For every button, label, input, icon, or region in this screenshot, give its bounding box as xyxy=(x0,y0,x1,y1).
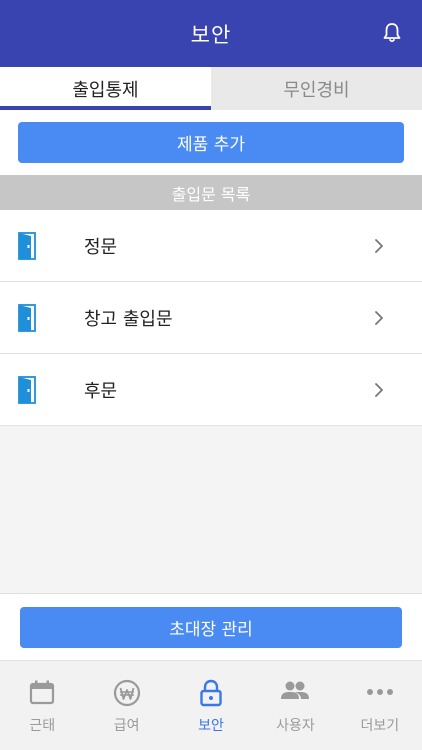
calendar-icon xyxy=(30,680,55,705)
tabbar-label: 근태 xyxy=(29,718,56,734)
door-list: 정문 창고 출입문 후문 xyxy=(0,210,422,426)
invite-area: 초대장 관리 xyxy=(0,593,422,660)
tabbar-label: 급여 xyxy=(113,718,140,734)
door-icon xyxy=(18,304,36,332)
won-icon xyxy=(113,679,140,707)
tabbar-item-more[interactable]: 더보기 xyxy=(338,661,422,750)
app-header: 보안 xyxy=(0,0,422,67)
door-icon xyxy=(18,376,36,404)
door-icon xyxy=(18,232,36,260)
bottom-tab-bar: 근태 급여 보안 사용자 더보기 xyxy=(0,660,422,750)
more-icon xyxy=(366,689,393,695)
door-item[interactable]: 후문 xyxy=(0,354,422,426)
tabbar-label: 더보기 xyxy=(360,718,400,734)
door-name: 후문 xyxy=(84,380,118,402)
tab-access-control[interactable]: 출입통제 xyxy=(0,67,211,110)
tabbar-label: 사용자 xyxy=(276,718,315,734)
tabbar-item-payroll[interactable]: 급여 xyxy=(84,661,168,750)
chevron-right-icon xyxy=(375,383,383,397)
tab-unmanned-security[interactable]: 무인경비 xyxy=(211,67,422,110)
tabbar-item-attendance[interactable]: 근태 xyxy=(0,661,84,750)
door-name: 정문 xyxy=(84,236,118,258)
tabbar-item-users[interactable]: 사용자 xyxy=(253,661,337,750)
manage-invitations-button[interactable]: 초대장 관리 xyxy=(20,607,402,648)
chevron-right-icon xyxy=(375,239,383,253)
bell-icon[interactable] xyxy=(382,22,402,44)
page-title: 보안 xyxy=(190,22,232,47)
users-icon xyxy=(281,681,310,699)
chevron-right-icon xyxy=(375,311,383,325)
tabbar-item-security[interactable]: 보안 xyxy=(169,661,253,750)
add-product-button[interactable]: 제품 추가 xyxy=(18,122,404,163)
door-name: 창고 출입문 xyxy=(84,308,173,330)
tabbar-label: 보안 xyxy=(198,718,224,734)
lock-icon xyxy=(200,679,222,707)
door-item[interactable]: 정문 xyxy=(0,210,422,282)
door-list-header: 출입문 목록 xyxy=(0,175,422,210)
add-product-area: 제품 추가 xyxy=(0,110,422,175)
segment-tabs: 출입통제 무인경비 xyxy=(0,67,422,110)
door-item[interactable]: 창고 출입문 xyxy=(0,282,422,354)
